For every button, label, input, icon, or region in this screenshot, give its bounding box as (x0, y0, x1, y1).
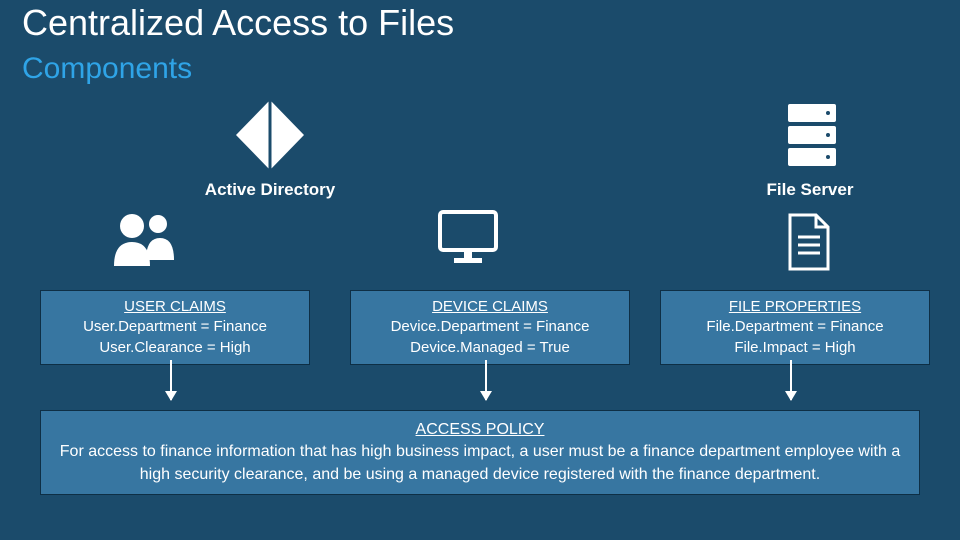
active-directory-icon (230, 100, 310, 170)
file-properties-line: File.Department = Finance (665, 317, 925, 337)
file-properties-line: File.Impact = High (665, 338, 925, 358)
file-server-label: File Server (720, 180, 900, 200)
file-properties-header: FILE PROPERTIES (665, 297, 925, 317)
file-properties-box: FILE PROPERTIES File.Department = Financ… (660, 290, 930, 365)
arrow-down-icon (485, 360, 487, 400)
monitor-icon (438, 210, 498, 265)
access-policy-box: ACCESS POLICY For access to finance info… (40, 410, 920, 495)
user-claims-header: USER CLAIMS (45, 297, 305, 317)
users-icon (110, 208, 180, 268)
active-directory-label: Active Directory (170, 180, 370, 200)
user-claims-line: User.Department = Finance (45, 317, 305, 337)
arrow-down-icon (790, 360, 792, 400)
user-claims-line: User.Clearance = High (45, 338, 305, 358)
device-claims-header: DEVICE CLAIMS (355, 297, 625, 317)
document-icon (784, 213, 834, 271)
device-claims-box: DEVICE CLAIMS Device.Department = Financ… (350, 290, 630, 365)
device-claims-line: Device.Managed = True (355, 338, 625, 358)
slide-subtitle: Components (22, 52, 192, 86)
access-policy-header: ACCESS POLICY (59, 419, 901, 441)
user-claims-box: USER CLAIMS User.Department = Finance Us… (40, 290, 310, 365)
arrow-down-icon (170, 360, 172, 400)
file-server-icon (782, 100, 842, 170)
slide-title: Centralized Access to Files (22, 2, 454, 44)
access-policy-body: For access to finance information that h… (59, 441, 901, 486)
device-claims-line: Device.Department = Finance (355, 317, 625, 337)
